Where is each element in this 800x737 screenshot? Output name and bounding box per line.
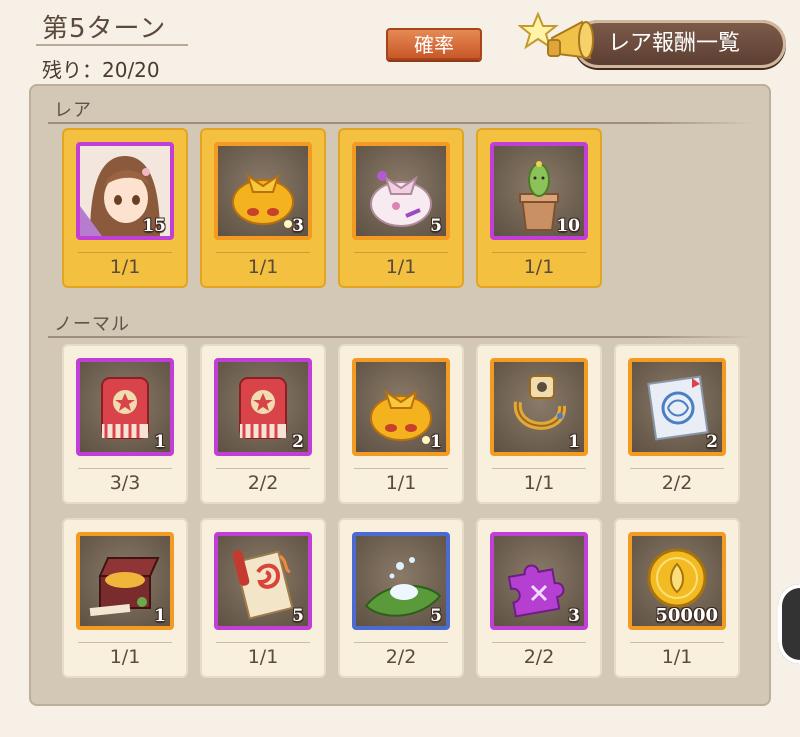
card-divider bbox=[354, 468, 448, 469]
card-divider bbox=[216, 468, 310, 469]
claim-count: 1/1 bbox=[109, 256, 141, 278]
claim-count: 1/1 bbox=[385, 472, 417, 494]
gold-pouch-icon: 3 bbox=[214, 142, 312, 240]
quantity-label: 15 bbox=[142, 216, 166, 236]
magic-scroll-icon: 2 bbox=[628, 358, 726, 456]
claim-count: 2/2 bbox=[385, 646, 417, 668]
gold-pouch-icon: 1 bbox=[352, 358, 450, 456]
turn-title-underline bbox=[36, 44, 188, 46]
card-divider bbox=[492, 642, 586, 643]
fire-scroll-icon: 5 bbox=[214, 532, 312, 630]
remaining-counter: 残り：20/20 bbox=[42, 58, 160, 82]
probability-button[interactable]: 確率 bbox=[386, 28, 482, 60]
red-ticket-bag-icon: 2 bbox=[214, 358, 312, 456]
card-divider bbox=[630, 642, 724, 643]
quantity-label: 1 bbox=[154, 606, 166, 626]
reward-card-rare-1[interactable]: 15 1/1 bbox=[62, 128, 188, 288]
quantity-label: 1 bbox=[154, 432, 166, 452]
quantity-label: 2 bbox=[706, 432, 718, 452]
card-divider bbox=[354, 252, 448, 253]
section-normal-divider bbox=[48, 336, 752, 338]
claim-count: 2/2 bbox=[523, 646, 555, 668]
card-divider bbox=[78, 468, 172, 469]
rare-reward-list-label: レア報酬一覧 bbox=[608, 31, 741, 56]
reward-card-normal-2[interactable]: 2 2/2 bbox=[200, 344, 326, 504]
reward-card-normal-8[interactable]: 5 2/2 bbox=[338, 518, 464, 678]
card-divider bbox=[630, 468, 724, 469]
red-ticket-bag-icon: 1 bbox=[76, 358, 174, 456]
section-normal-label: ノーマル bbox=[54, 314, 130, 335]
quantity-label: 5 bbox=[292, 606, 304, 626]
card-divider bbox=[216, 252, 310, 253]
claim-count: 1/1 bbox=[385, 256, 417, 278]
claim-count: 1/1 bbox=[247, 646, 279, 668]
reward-card-normal-4[interactable]: 1 1/1 bbox=[476, 344, 602, 504]
quantity-label: 10 bbox=[556, 216, 580, 236]
card-divider bbox=[492, 468, 586, 469]
claim-count: 1/1 bbox=[523, 472, 555, 494]
claim-count: 2/2 bbox=[247, 472, 279, 494]
purple-puzzle-icon: 3 bbox=[490, 532, 588, 630]
reward-card-normal-1[interactable]: 1 3/3 bbox=[62, 344, 188, 504]
quantity-label: 1 bbox=[430, 432, 442, 452]
reward-card-normal-3[interactable]: 1 1/1 bbox=[338, 344, 464, 504]
quantity-label: 50000 bbox=[655, 605, 718, 626]
quantity-label: 5 bbox=[430, 216, 442, 236]
claim-count: 1/1 bbox=[661, 646, 693, 668]
section-rare-label: レア bbox=[54, 100, 92, 121]
treasure-chest-icon: 1 bbox=[76, 532, 174, 630]
reward-card-normal-5[interactable]: 2 2/2 bbox=[614, 344, 740, 504]
claim-count: 3/3 bbox=[109, 472, 141, 494]
section-rare-divider bbox=[48, 122, 752, 124]
megaphone-icon bbox=[517, 4, 598, 78]
rare-reward-list-button[interactable]: レア報酬一覧 bbox=[574, 20, 786, 68]
claim-count: 1/1 bbox=[523, 256, 555, 278]
potted-cactus-icon: 10 bbox=[490, 142, 588, 240]
quantity-label: 2 bbox=[292, 432, 304, 452]
sparkle-leaf-icon: 5 bbox=[352, 532, 450, 630]
claim-count: 1/1 bbox=[247, 256, 279, 278]
reward-card-normal-6[interactable]: 1 1/1 bbox=[62, 518, 188, 678]
pink-pouch-icon: 5 bbox=[352, 142, 450, 240]
side-scroll-knob[interactable] bbox=[778, 584, 800, 664]
reward-card-normal-7[interactable]: 5 1/1 bbox=[200, 518, 326, 678]
card-divider bbox=[78, 642, 172, 643]
reward-card-rare-4[interactable]: 10 1/1 bbox=[476, 128, 602, 288]
gold-coin-icon: 50000 bbox=[628, 532, 726, 630]
character-portrait-icon: 15 bbox=[76, 142, 174, 240]
card-divider bbox=[492, 252, 586, 253]
reward-card-normal-10[interactable]: 50000 1/1 bbox=[614, 518, 740, 678]
card-divider bbox=[78, 252, 172, 253]
quantity-label: 3 bbox=[568, 606, 580, 626]
card-divider bbox=[216, 642, 310, 643]
claim-count: 2/2 bbox=[661, 472, 693, 494]
card-divider bbox=[354, 642, 448, 643]
claim-count: 1/1 bbox=[109, 646, 141, 668]
reward-card-normal-9[interactable]: 3 2/2 bbox=[476, 518, 602, 678]
reward-card-rare-2[interactable]: 3 1/1 bbox=[200, 128, 326, 288]
reward-card-rare-3[interactable]: 5 1/1 bbox=[338, 128, 464, 288]
turn-title: 第5ターン bbox=[42, 14, 167, 44]
quantity-label: 5 bbox=[430, 606, 442, 626]
quantity-label: 3 bbox=[292, 216, 304, 236]
quantity-label: 1 bbox=[568, 432, 580, 452]
golden-ring-icon: 1 bbox=[490, 358, 588, 456]
